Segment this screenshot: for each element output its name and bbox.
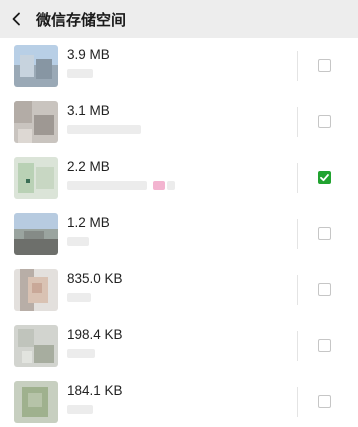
file-thumbnail xyxy=(14,269,58,311)
chevron-left-icon xyxy=(12,12,20,26)
file-size: 1.2 MB xyxy=(67,215,110,230)
file-size: 835.0 KB xyxy=(67,271,123,286)
redacted-text xyxy=(67,237,89,246)
file-thumbnail xyxy=(14,45,58,87)
file-thumbnail xyxy=(14,325,58,367)
back-button[interactable] xyxy=(0,0,34,38)
checkmark-icon xyxy=(320,174,329,182)
list-item[interactable]: 2.2 MB xyxy=(0,150,358,206)
file-list: 3.9 MB 3.1 MB 2.2 MB 1.2 MB 835.0 KB 198… xyxy=(0,38,358,427)
file-thumbnail xyxy=(14,381,58,423)
redacted-text xyxy=(67,405,93,414)
redacted-text xyxy=(67,181,147,190)
divider xyxy=(297,275,298,305)
redacted-tag xyxy=(153,181,165,190)
divider xyxy=(297,107,298,137)
list-item[interactable]: 835.0 KB xyxy=(0,262,358,318)
file-thumbnail xyxy=(14,101,58,143)
select-checkbox-checked[interactable] xyxy=(318,171,331,184)
redacted-text xyxy=(67,293,91,302)
file-size: 3.1 MB xyxy=(67,103,110,118)
redacted-text xyxy=(67,69,93,78)
file-size: 198.4 KB xyxy=(67,327,123,342)
redacted-text xyxy=(67,125,141,134)
select-checkbox[interactable] xyxy=(318,283,331,296)
divider xyxy=(297,163,298,193)
redacted-text xyxy=(167,181,175,190)
list-item[interactable]: 1.2 MB xyxy=(0,206,358,262)
top-bar: 微信存储空间 xyxy=(0,0,358,38)
select-checkbox[interactable] xyxy=(318,59,331,72)
select-checkbox[interactable] xyxy=(318,115,331,128)
file-size: 3.9 MB xyxy=(67,47,110,62)
list-item[interactable]: 184.1 KB xyxy=(0,374,358,427)
select-checkbox[interactable] xyxy=(318,395,331,408)
redacted-text xyxy=(67,349,95,358)
list-item[interactable]: 3.9 MB xyxy=(0,38,358,94)
select-checkbox[interactable] xyxy=(318,339,331,352)
divider xyxy=(297,387,298,417)
file-thumbnail xyxy=(14,157,58,199)
file-size: 2.2 MB xyxy=(67,159,110,174)
file-size: 184.1 KB xyxy=(67,383,123,398)
list-item[interactable]: 3.1 MB xyxy=(0,94,358,150)
divider xyxy=(297,331,298,361)
divider xyxy=(297,51,298,81)
select-checkbox[interactable] xyxy=(318,227,331,240)
divider xyxy=(297,219,298,249)
file-thumbnail xyxy=(14,213,58,255)
list-item[interactable]: 198.4 KB xyxy=(0,318,358,374)
page-title: 微信存储空间 xyxy=(36,10,127,29)
